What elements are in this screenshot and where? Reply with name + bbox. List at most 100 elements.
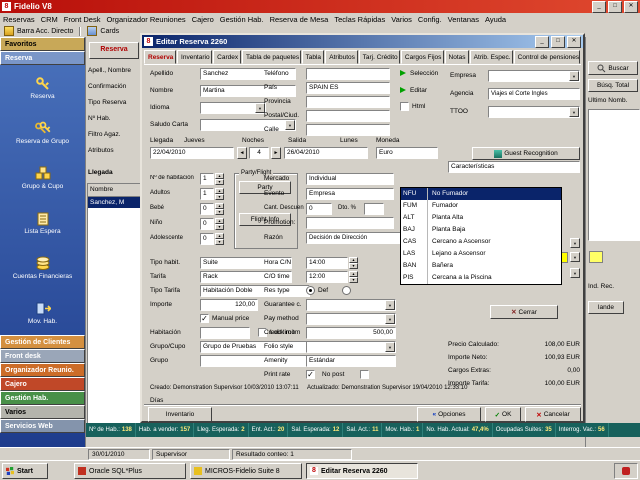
print-rate-checkbox[interactable]: ✓ — [306, 370, 315, 379]
dto-field[interactable] — [364, 203, 384, 215]
adultos-field[interactable]: 1 — [200, 188, 214, 200]
quick-access-button[interactable]: Barra Acc. Directo — [0, 26, 77, 37]
tab-cardex[interactable]: Cardex — [213, 50, 241, 64]
pais-field[interactable]: SPAIN ES — [306, 82, 390, 94]
guest-recognition-button[interactable]: Guest Recognition — [472, 147, 580, 160]
sidebar-section-cajero[interactable]: Cajero — [0, 377, 85, 391]
sidebar-item-reserva[interactable]: Reserva — [0, 65, 85, 110]
dropdown-option-banera[interactable]: BANBañera — [401, 260, 561, 272]
tab-tabla-paquetes[interactable]: Tabla de paquetes — [242, 50, 300, 64]
tray-icon[interactable] — [622, 467, 630, 475]
nino-spinner[interactable]: ▲▼ — [215, 218, 224, 230]
hora-cn-spinner[interactable]: ▲▼ — [349, 257, 358, 269]
dialog-title-bar[interactable]: 8 Editar Reserva 2260 _ □ ✕ — [142, 35, 583, 48]
co-time-spinner[interactable]: ▲▼ — [349, 271, 358, 283]
sidebar-item-reserva-de-grupo[interactable]: Reserva de Grupo — [0, 110, 85, 155]
opciones-button[interactable]: « Opciones — [417, 407, 481, 422]
attribute-combo-arrow[interactable]: ▼ — [570, 238, 580, 248]
editar-link[interactable]: Editar — [410, 87, 427, 94]
menu-ventanas[interactable]: Ventanas — [445, 15, 482, 24]
cancelar-button[interactable]: ✕ Cancelar — [525, 407, 581, 422]
html-checkbox[interactable] — [400, 102, 409, 111]
chevron-down-icon[interactable]: ▼ — [569, 107, 579, 117]
nino-field[interactable]: 0 — [200, 218, 214, 230]
tab-cargos-fijos[interactable]: Cargos Fijos — [401, 50, 444, 64]
caracteristicas-combo[interactable]: Características — [448, 161, 580, 173]
menu-organizador-reuniones[interactable]: Organizador Reuniones — [103, 15, 188, 24]
provincia-field[interactable] — [306, 96, 390, 108]
chevron-down-icon[interactable]: ▼ — [569, 71, 579, 81]
menu-teclas-rapidas[interactable]: Teclas Rápidas — [331, 15, 388, 24]
ok-button[interactable]: ✓ OK — [485, 407, 521, 422]
menu-front-desk[interactable]: Front Desk — [61, 15, 104, 24]
tab-reserva[interactable]: Reserva — [144, 50, 176, 64]
buscar-button[interactable]: Buscar — [588, 61, 638, 75]
menu-cajero[interactable]: Cajero — [189, 15, 217, 24]
idioma-combo[interactable]: ▼ — [200, 102, 266, 114]
search-results-list[interactable] — [588, 109, 640, 241]
descuento-field[interactable]: 0 — [306, 203, 332, 215]
mercado-combo[interactable]: Individual — [306, 173, 394, 185]
co-time-field[interactable]: 12:00 — [306, 271, 348, 283]
evento-combo[interactable]: Empresa — [306, 188, 394, 200]
grid-row-selected[interactable]: Sanchez, M — [88, 197, 141, 208]
postal-field[interactable] — [306, 110, 390, 122]
task-oracle[interactable]: Oracle SQL*Plus — [74, 463, 186, 479]
menu-ayuda[interactable]: Ayuda — [482, 15, 509, 24]
tab-tabla[interactable]: Tabla — [302, 50, 325, 64]
sidebar-section-organizador[interactable]: Organizador Reunio. — [0, 363, 85, 377]
tab-reserva-background[interactable]: Reserva — [89, 42, 139, 59]
attribute-combo-arrow[interactable]: ▼ — [570, 268, 580, 278]
manual-price-checkbox[interactable]: ✓ — [200, 314, 209, 323]
chevron-down-icon[interactable]: ▼ — [385, 314, 395, 324]
reservation-grid[interactable]: Nombre Sanchez, M — [87, 183, 142, 424]
dropdown-option-no-fumador[interactable]: NFUNo Fumador — [401, 188, 561, 200]
calle-field[interactable] — [306, 124, 390, 136]
menu-gestion-hab[interactable]: Gestión Hab. — [217, 15, 267, 24]
tab-inventario[interactable]: Inventario — [177, 50, 212, 64]
nights-increment-button[interactable]: ► — [271, 147, 281, 159]
empresa-combo[interactable]: ▼ — [488, 70, 580, 82]
promotion-field[interactable] — [306, 217, 394, 229]
noches-field[interactable]: 4 — [249, 147, 269, 159]
adolescente-field[interactable]: 0 — [200, 233, 214, 245]
tab-control-pensiones[interactable]: Control de pensiones — [514, 50, 580, 64]
saludo-carta-combo[interactable]: ▼ — [200, 119, 296, 131]
dialog-close-button[interactable]: ✕ — [567, 36, 581, 48]
close-button[interactable]: ✕ — [624, 1, 638, 13]
res-type-def-radio[interactable] — [306, 286, 315, 295]
ttoo-combo[interactable]: ▼ — [488, 106, 580, 118]
minimize-button[interactable]: _ — [592, 1, 606, 13]
nombre-field[interactable]: Martina — [200, 85, 296, 97]
adultos-spinner[interactable]: ▲▼ — [215, 188, 224, 200]
grupo-field[interactable] — [200, 355, 308, 367]
app-title-bar[interactable]: 8 Fidelio V8 _ □ ✕ — [0, 0, 640, 13]
dropdown-option-lejano-ascensor[interactable]: LASLejano a Ascensor — [401, 248, 561, 260]
sidebar-item-mov-hab[interactable]: Mov. Hab. — [0, 290, 85, 335]
sidebar-section-favoritos[interactable]: Favoritos — [0, 37, 85, 51]
seleccion-link[interactable]: Selección — [410, 70, 438, 77]
tab-atributos[interactable]: Atributos — [325, 50, 357, 64]
no-post-checkbox[interactable] — [360, 370, 369, 379]
llegada-date-combo[interactable]: 22/04/2010 — [150, 147, 234, 159]
tab-atrib-espec[interactable]: Atrib. Espec. — [470, 50, 513, 64]
grid-column-nombre[interactable]: Nombre — [88, 184, 141, 197]
sidebar-item-cuentas-financieras[interactable]: Cuentas Financieras — [0, 245, 85, 290]
dialog-minimize-button[interactable]: _ — [535, 36, 549, 48]
bottom-tab-inventario[interactable]: Inventario — [148, 407, 212, 422]
maximize-button[interactable]: □ — [608, 1, 622, 13]
busq-total-button[interactable]: Búsq. Total — [588, 79, 638, 92]
sidebar-section-reserva[interactable]: Reserva — [0, 51, 85, 65]
tipo-tarifa-combo[interactable]: Habitación Doble — [200, 285, 310, 297]
credit-limit-field[interactable]: 500,00 — [306, 327, 396, 339]
importe-field[interactable]: 120,00 — [200, 299, 258, 311]
chevron-down-icon[interactable]: ▼ — [385, 342, 395, 352]
dropdown-option-cercana-piscina[interactable]: PISCercana a la Piscina — [401, 272, 561, 284]
dropdown-option-cercano-ascensor[interactable]: CASCercano a Ascensor — [401, 236, 561, 248]
menu-reservas[interactable]: Reservas — [0, 15, 38, 24]
sidebar-section-gestion-clientes[interactable]: Gestión de Clientes — [0, 335, 85, 349]
habitacion-field[interactable] — [200, 327, 250, 339]
res-type-alt-radio[interactable] — [342, 286, 351, 295]
guarantee-combo[interactable]: ▼ — [306, 299, 396, 311]
salida-date-combo[interactable]: 26/04/2010 — [284, 147, 368, 159]
